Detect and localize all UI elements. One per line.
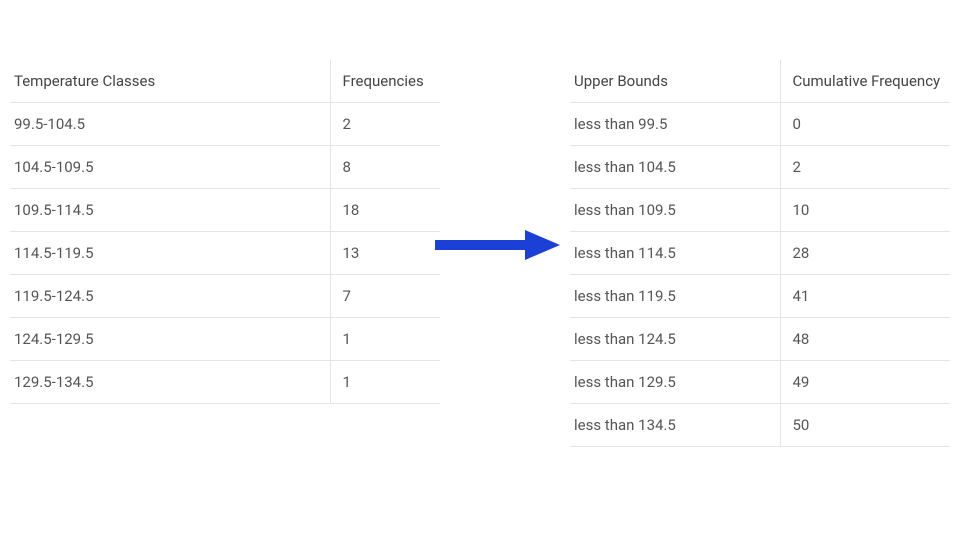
cell-bound: less than 114.5 [570,232,780,275]
cell-bound: less than 104.5 [570,146,780,189]
cell-cum: 41 [780,275,950,318]
table-row: 104.5-109.5 8 [10,146,440,189]
table-header-row: Temperature Classes Frequencies [10,60,440,103]
table-row: 129.5-134.5 1 [10,361,440,404]
table-row: 109.5-114.5 18 [10,189,440,232]
table-row: less than 114.5 28 [570,232,950,275]
cell-cum: 50 [780,404,950,447]
cell-freq: 1 [330,361,440,404]
table-row: 119.5-124.5 7 [10,275,440,318]
cell-freq: 18 [330,189,440,232]
cell-freq: 8 [330,146,440,189]
tables-container: Temperature Classes Frequencies 99.5-104… [0,0,960,447]
cumulative-frequency-table: Upper Bounds Cumulative Frequency less t… [570,60,950,447]
cell-freq: 13 [330,232,440,275]
table-row: less than 124.5 48 [570,318,950,361]
cell-class: 104.5-109.5 [10,146,330,189]
cell-cum: 48 [780,318,950,361]
cell-cum: 49 [780,361,950,404]
cell-cum: 10 [780,189,950,232]
cell-class: 109.5-114.5 [10,189,330,232]
cell-class: 119.5-124.5 [10,275,330,318]
cell-cum: 0 [780,103,950,146]
cell-bound: less than 134.5 [570,404,780,447]
cell-bound: less than 129.5 [570,361,780,404]
cell-freq: 2 [330,103,440,146]
cell-bound: less than 119.5 [570,275,780,318]
cell-cum: 2 [780,146,950,189]
header-upper-bounds: Upper Bounds [570,60,780,103]
cell-class: 129.5-134.5 [10,361,330,404]
table-row: less than 109.5 10 [570,189,950,232]
header-frequencies: Frequencies [330,60,440,103]
table-header-row: Upper Bounds Cumulative Frequency [570,60,950,103]
header-temperature-classes: Temperature Classes [10,60,330,103]
table-row: less than 129.5 49 [570,361,950,404]
frequency-table: Temperature Classes Frequencies 99.5-104… [10,60,440,404]
cell-cum: 28 [780,232,950,275]
cell-bound: less than 99.5 [570,103,780,146]
cell-class: 114.5-119.5 [10,232,330,275]
table-row: 99.5-104.5 2 [10,103,440,146]
table-row: 114.5-119.5 13 [10,232,440,275]
cell-bound: less than 109.5 [570,189,780,232]
header-cumulative-frequency: Cumulative Frequency [780,60,950,103]
cell-freq: 7 [330,275,440,318]
cell-class: 124.5-129.5 [10,318,330,361]
table-row: 124.5-129.5 1 [10,318,440,361]
cell-class: 99.5-104.5 [10,103,330,146]
cell-freq: 1 [330,318,440,361]
table-row: less than 119.5 41 [570,275,950,318]
table-row: less than 134.5 50 [570,404,950,447]
table-row: less than 104.5 2 [570,146,950,189]
cell-bound: less than 124.5 [570,318,780,361]
arrow-right-icon [430,225,560,265]
table-row: less than 99.5 0 [570,103,950,146]
